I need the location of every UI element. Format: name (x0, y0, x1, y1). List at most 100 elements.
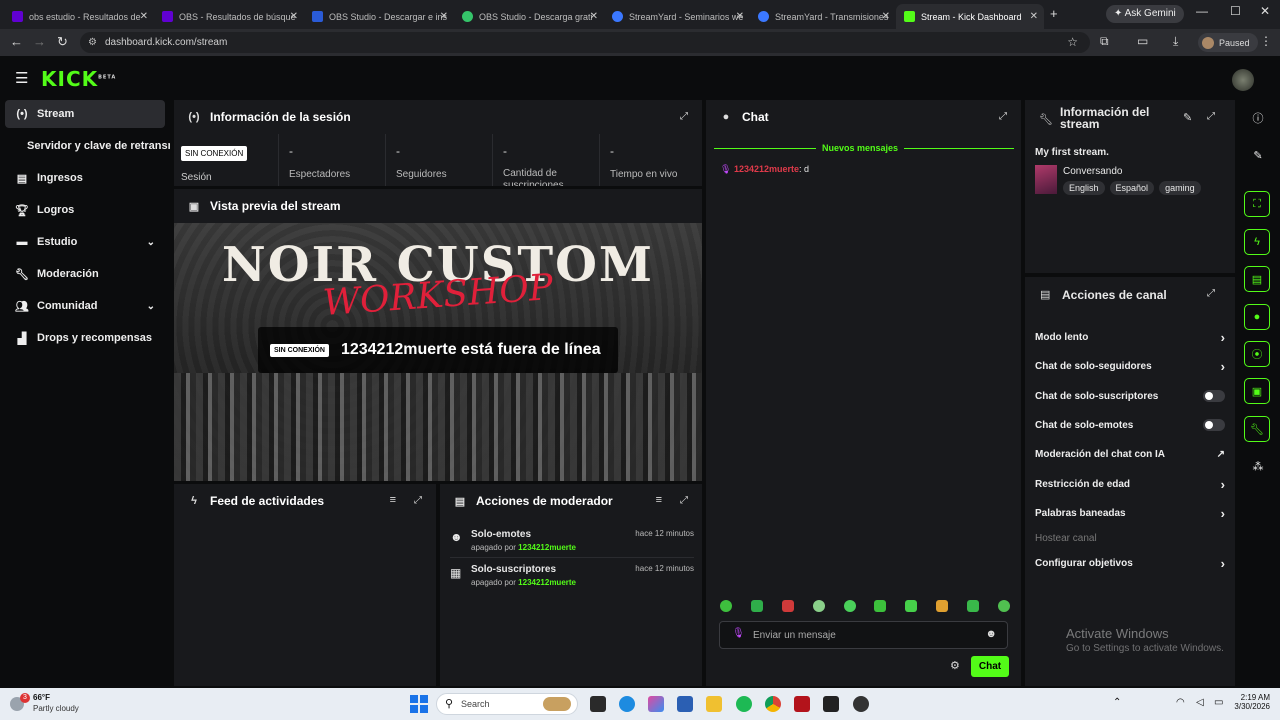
windows-start-icon[interactable] (410, 695, 428, 713)
action-age-restriction[interactable]: Restricción de edad › (1035, 477, 1225, 492)
popout-icon[interactable]: ⤢ (414, 495, 422, 506)
subscribers-only-toggle[interactable] (1203, 390, 1225, 402)
mod-username-link[interactable]: 1234212muerte (518, 543, 576, 552)
send-chat-button[interactable]: Chat (971, 656, 1009, 677)
emote-icon[interactable] (874, 600, 887, 612)
browser-tab[interactable]: OBS - Resultados de búsque ✕ (154, 4, 304, 29)
tray-chevron-up-icon[interactable]: ⌃ (1113, 697, 1121, 708)
tab-search-icon[interactable]: ▭ (1137, 34, 1148, 48)
reload-icon[interactable]: ↻ (57, 34, 68, 50)
minimize-window-icon[interactable]: — (1196, 4, 1208, 18)
new-tab-icon[interactable]: + (1050, 6, 1058, 21)
close-tab-icon[interactable]: ✕ (1030, 11, 1038, 22)
browser-tab-active[interactable]: Stream - Kick Dashboard ✕ (896, 4, 1044, 29)
close-tab-icon[interactable]: ✕ (590, 11, 598, 22)
edit-pencil-icon[interactable]: ✎ (1244, 141, 1272, 169)
sidebar-item-stream[interactable]: (•) Stream (5, 100, 165, 128)
channel-actions-widget-icon[interactable]: ▣ (1244, 378, 1270, 404)
session-widget-icon[interactable]: ⛶ (1244, 191, 1270, 217)
tag-chip[interactable]: English (1063, 181, 1105, 195)
emote-icon[interactable] (812, 600, 825, 612)
spotify-icon[interactable] (736, 696, 752, 712)
filter-icon[interactable]: ≡ (656, 494, 662, 506)
profile-paused-button[interactable]: Paused (1198, 33, 1258, 52)
sidebar-item-moderacion[interactable]: 🔧︎ Moderación (5, 260, 165, 288)
browser-tab[interactable]: StreamYard - Transmisiones ✕ (750, 4, 896, 29)
stream-thumbnail[interactable]: NOIR CUSTOM WORKSHOP SIN CONEXIÓN 123421… (174, 223, 702, 481)
volume-icon[interactable]: ◁ (1196, 697, 1204, 708)
tag-chip[interactable]: Español (1109, 181, 1155, 195)
ask-gemini-button[interactable]: ✦ Ask Gemini (1106, 5, 1184, 23)
emote-icon[interactable] (936, 600, 949, 612)
browser-tab[interactable]: obs estudio - Resultados de ✕ (4, 4, 154, 29)
add-widget-icon[interactable]: ⁂ (1244, 452, 1272, 480)
taskbar-search[interactable]: ⚲ Search (436, 693, 578, 715)
emote-icon[interactable] (750, 600, 763, 612)
emote-icon[interactable] (967, 600, 979, 612)
popout-icon[interactable]: ⤢ (999, 111, 1007, 122)
wifi-icon[interactable]: ◠ (1176, 697, 1185, 708)
sidebar-item-drops[interactable]: ▟ Drops y recompensas (5, 324, 165, 352)
emotes-only-toggle[interactable] (1203, 419, 1225, 431)
activity-widget-icon[interactable]: ϟ (1244, 229, 1270, 255)
action-ai-moderation[interactable]: Moderación del chat con IA ↗ (1035, 449, 1225, 460)
file-explorer-icon[interactable] (706, 696, 722, 712)
emoji-picker-icon[interactable]: ☻ (985, 628, 997, 640)
broadcast-widget-icon[interactable]: ⦿ (1244, 341, 1270, 367)
chat-input[interactable]: 🎙︎ Enviar un mensaje ☻ (719, 621, 1008, 649)
close-tab-icon[interactable]: ✕ (290, 11, 298, 22)
emote-icon[interactable] (905, 600, 918, 612)
close-tab-icon[interactable]: ✕ (140, 11, 148, 22)
edge-icon[interactable] (619, 696, 635, 712)
action-followers-only[interactable]: Chat de solo-seguidores › (1035, 359, 1225, 374)
close-tab-icon[interactable]: ✕ (440, 11, 448, 22)
close-window-icon[interactable]: ✕ (1260, 4, 1270, 18)
bookmark-star-icon[interactable]: ☆ (1067, 32, 1078, 53)
popout-icon[interactable]: ⤢ (680, 111, 688, 122)
action-slow-mode[interactable]: Modo lento › (1035, 330, 1225, 345)
sidebar-item-estudio[interactable]: ▬ Estudio ⌄ (5, 228, 165, 256)
site-info-icon[interactable]: ⚙ (88, 32, 97, 53)
mod-widget-icon[interactable]: ▤ (1244, 266, 1270, 292)
forward-icon[interactable]: → (33, 34, 46, 49)
filter-icon[interactable]: ≡ (390, 494, 396, 506)
store-icon[interactable] (677, 696, 693, 712)
user-avatar[interactable] (1232, 69, 1254, 91)
browser-tab[interactable]: StreamYard - Seminarios we ✕ (604, 4, 750, 29)
sidebar-item-logros[interactable]: 🏆︎ Logros (5, 196, 165, 224)
back-icon[interactable]: ← (10, 34, 23, 49)
emote-icon[interactable] (997, 600, 1010, 612)
browser-tab[interactable]: OBS Studio - Descargar e ins ✕ (304, 4, 454, 29)
sidebar-item-ingresos[interactable]: ▤ Ingresos (5, 164, 165, 192)
sidebar-item-comunidad[interactable]: 👥︎ Comunidad ⌄ (5, 292, 165, 320)
edit-pencil-icon[interactable]: ✎ (1183, 111, 1192, 124)
wrench-widget-icon[interactable]: 🔧︎ (1244, 416, 1270, 442)
kick-logo[interactable]: KICKBETA (41, 67, 116, 91)
extensions-icon[interactable]: ⧉ (1100, 34, 1109, 49)
task-view-icon[interactable] (590, 696, 606, 712)
copilot-icon[interactable] (648, 696, 664, 712)
taskbar-clock[interactable]: 2:19 AM 3/30/2026 (1220, 693, 1270, 711)
chat-username[interactable]: 1234212muerte (734, 164, 799, 174)
chat-widget-icon[interactable]: ● (1244, 304, 1270, 330)
obs-icon[interactable] (853, 696, 869, 712)
action-banned-words[interactable]: Palabras baneadas › (1035, 506, 1225, 521)
chat-settings-icon[interactable]: ⚙ (950, 659, 960, 672)
popout-icon[interactable]: ⤢ (680, 495, 688, 506)
emote-icon[interactable] (781, 600, 794, 612)
address-bar[interactable]: ⚙ dashboard.kick.com/stream ☆ (80, 32, 1090, 53)
downloads-icon[interactable]: ⤓ (1173, 34, 1178, 49)
hamburger-menu-icon[interactable]: ☰ (15, 69, 28, 87)
popout-icon[interactable]: ⤢ (1207, 288, 1215, 299)
tag-chip[interactable]: gaming (1159, 181, 1201, 195)
info-icon[interactable]: ⓘ (1244, 104, 1272, 132)
emote-icon[interactable] (720, 600, 732, 612)
close-tab-icon[interactable]: ✕ (736, 11, 744, 22)
mod-username-link[interactable]: 1234212muerte (518, 578, 576, 587)
close-tab-icon[interactable]: ✕ (882, 11, 890, 22)
emote-icon[interactable] (843, 600, 856, 612)
sidebar-item-server-key[interactable]: Servidor y clave de retransm (5, 132, 170, 160)
action-configure-goals[interactable]: Configurar objetivos › (1035, 556, 1225, 571)
capcut-icon[interactable] (823, 696, 839, 712)
popout-icon[interactable]: ⤢ (1207, 111, 1215, 122)
